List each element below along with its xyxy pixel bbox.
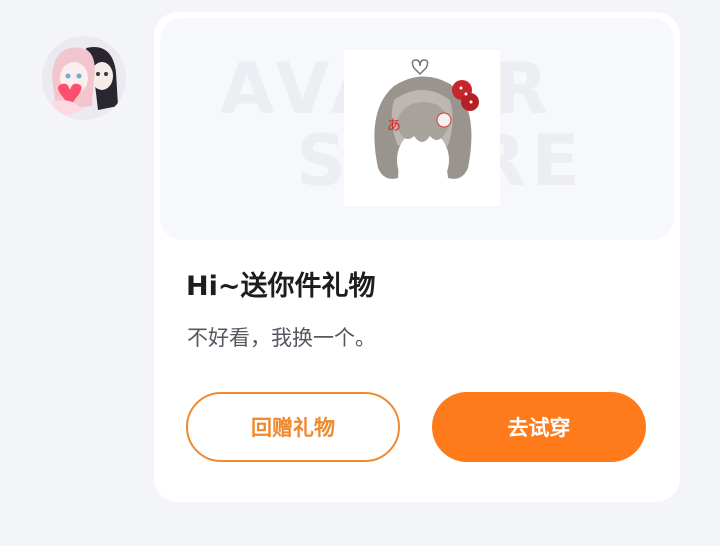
gift-banner: AVATAR STORE あ [160, 18, 674, 240]
gift-item-image[interactable]: あ [344, 50, 500, 206]
gift-message-card: AVATAR STORE あ [154, 12, 680, 502]
svg-text:あ: あ [387, 118, 401, 134]
hair-item-icon: あ [344, 50, 500, 206]
message-subtitle: 不好看，我换一个。 [187, 326, 376, 350]
message-title: Hi~送你件礼物 [186, 271, 376, 302]
sender-avatar[interactable] [42, 36, 126, 120]
try-on-button[interactable]: 去试穿 [432, 392, 646, 462]
anime-avatar-image [42, 36, 126, 120]
return-gift-button[interactable]: 回赠礼物 [186, 392, 400, 462]
